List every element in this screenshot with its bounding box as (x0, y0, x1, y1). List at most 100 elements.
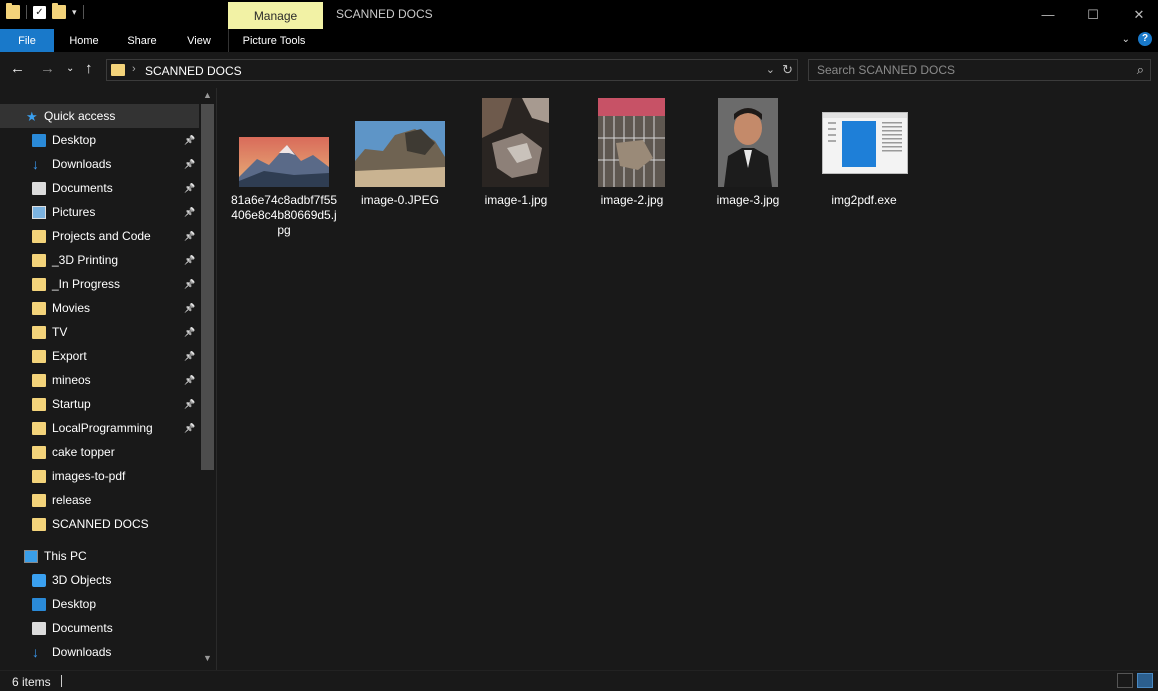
expand-ribbon-icon[interactable]: ⌄ (1122, 34, 1130, 45)
divider (61, 675, 62, 687)
nav-item[interactable]: Documents (0, 616, 199, 640)
recent-locations-icon[interactable]: ⌄ (66, 63, 74, 74)
scroll-down-icon[interactable]: ▼ (201, 653, 214, 667)
nav-item[interactable]: TV 📌 (0, 320, 199, 344)
nav-item[interactable]: SCANNED DOCS (0, 512, 199, 536)
nav-label: SCANNED DOCS (52, 517, 149, 531)
pin-icon[interactable]: 📌 (184, 135, 195, 146)
file-name: image-2.jpg (600, 193, 664, 207)
folder-icon (32, 325, 46, 339)
search-input[interactable] (817, 63, 1117, 77)
maximize-button[interactable]: ☐ (1070, 0, 1116, 29)
pin-icon[interactable]: 📌 (184, 159, 195, 170)
nav-item[interactable]: images-to-pdf (0, 464, 199, 488)
file-item[interactable]: image-0.JPEG (345, 88, 455, 238)
file-item[interactable]: image-1.jpg (461, 88, 571, 238)
nav-item[interactable]: Desktop (0, 592, 199, 616)
pictures-icon (32, 205, 46, 219)
nav-item[interactable]: 3D Objects (0, 568, 199, 592)
nav-item[interactable]: Projects and Code 📌 (0, 224, 199, 248)
file-item[interactable]: image-2.jpg (577, 88, 687, 238)
pin-icon[interactable]: 📌 (184, 423, 195, 434)
star-icon: ★ (26, 108, 38, 124)
desktop-icon (32, 597, 46, 611)
close-button[interactable]: ✕ (1116, 0, 1158, 29)
help-icon[interactable]: ? (1138, 32, 1152, 46)
folder-icon[interactable] (6, 3, 20, 19)
address-bar[interactable]: › SCANNED DOCS ⌄ ↻ (106, 59, 798, 81)
nav-item[interactable]: release (0, 488, 199, 512)
nav-item[interactable]: ↓ Downloads (0, 640, 199, 664)
nav-item[interactable]: _In Progress 📌 (0, 272, 199, 296)
status-bar: 6 items (0, 670, 1158, 691)
file-item[interactable]: image-3.jpg (693, 88, 803, 238)
navigation-bar: ← → ⌄ ↑ › SCANNED DOCS ⌄ ↻ ⌕ (0, 52, 1158, 88)
up-arrow-icon[interactable]: ↑ (85, 60, 93, 77)
refresh-icon[interactable]: ↻ (782, 62, 793, 78)
large-icons-view-icon[interactable] (1137, 673, 1153, 688)
file-item[interactable]: 81a6e74c8adbf7f55406e8c4b80669d5.jpg (229, 88, 339, 238)
properties-icon[interactable]: ✓ (33, 5, 46, 19)
new-folder-icon[interactable] (52, 3, 66, 19)
pin-icon[interactable]: 📌 (184, 375, 195, 386)
nav-item[interactable]: ↓ Downloads 📌 (0, 152, 199, 176)
nav-label: TV (52, 325, 68, 339)
minimize-button[interactable]: — (1025, 0, 1071, 29)
nav-item[interactable]: LocalProgramming 📌 (0, 416, 199, 440)
pin-icon[interactable]: 📌 (184, 279, 195, 290)
computer-icon (24, 549, 38, 563)
nav-quick-access[interactable]: ★ Quick access (0, 104, 199, 128)
chevron-down-icon[interactable]: ⌄ (766, 63, 775, 76)
nav-item[interactable]: Startup 📌 (0, 392, 199, 416)
search-box[interactable]: ⌕ (808, 59, 1151, 81)
tab-picture-tools[interactable]: Picture Tools (232, 29, 316, 52)
pin-icon[interactable]: 📌 (184, 231, 195, 242)
nav-item[interactable]: cake topper (0, 440, 199, 464)
tab-view[interactable]: View (176, 29, 222, 52)
customize-toolbar-icon[interactable]: ▾ (72, 7, 77, 18)
tab-file[interactable]: File (0, 29, 54, 52)
ribbon-controls: ⌄ ? (1122, 32, 1152, 46)
details-view-icon[interactable] (1117, 673, 1133, 688)
divider (26, 5, 27, 19)
tab-share[interactable]: Share (118, 29, 166, 52)
breadcrumb[interactable]: SCANNED DOCS (145, 64, 242, 78)
nav-item[interactable]: Movies 📌 (0, 296, 199, 320)
nav-label: Movies (52, 301, 91, 315)
nav-label: This PC (44, 549, 87, 563)
tab-manage[interactable]: Manage (228, 2, 323, 29)
pin-icon[interactable]: 📌 (184, 351, 195, 362)
file-item[interactable]: img2pdf.exe (809, 88, 919, 238)
nav-item[interactable]: Pictures 📌 (0, 200, 199, 224)
pin-icon[interactable]: 📌 (184, 327, 195, 338)
search-icon[interactable]: ⌕ (1137, 62, 1144, 78)
nav-item[interactable]: Desktop 📌 (0, 128, 199, 152)
pin-icon[interactable]: 📌 (184, 207, 195, 218)
folder-icon (32, 301, 46, 315)
tab-home[interactable]: Home (58, 29, 110, 52)
pin-icon[interactable]: 📌 (184, 255, 195, 266)
image-thumbnail (482, 98, 549, 187)
nav-item[interactable]: Export 📌 (0, 344, 199, 368)
nav-label: Desktop (52, 597, 97, 611)
nav-item[interactable]: mineos 📌 (0, 368, 199, 392)
pin-icon[interactable]: 📌 (184, 303, 195, 314)
file-name: image-1.jpg (484, 193, 548, 207)
nav-item[interactable]: _3D Printing 📌 (0, 248, 199, 272)
pin-icon[interactable]: 📌 (184, 399, 195, 410)
nav-label: 3D Objects (52, 573, 112, 587)
nav-this-pc[interactable]: This PC (0, 544, 199, 568)
forward-arrow-icon[interactable]: → (40, 60, 55, 77)
chevron-right-icon[interactable]: › (132, 63, 136, 75)
application-icon (822, 112, 908, 174)
nav-label: _3D Printing (52, 253, 119, 267)
nav-item[interactable]: Documents 📌 (0, 176, 199, 200)
nav-label: Documents (52, 621, 113, 635)
scrollbar-thumb[interactable] (201, 104, 214, 470)
back-arrow-icon[interactable]: ← (10, 60, 25, 77)
pin-icon[interactable]: 📌 (184, 183, 195, 194)
window-title: SCANNED DOCS (336, 7, 433, 21)
folder-icon (32, 349, 46, 363)
scroll-up-icon[interactable]: ▲ (201, 90, 214, 104)
folder-icon (32, 373, 46, 387)
